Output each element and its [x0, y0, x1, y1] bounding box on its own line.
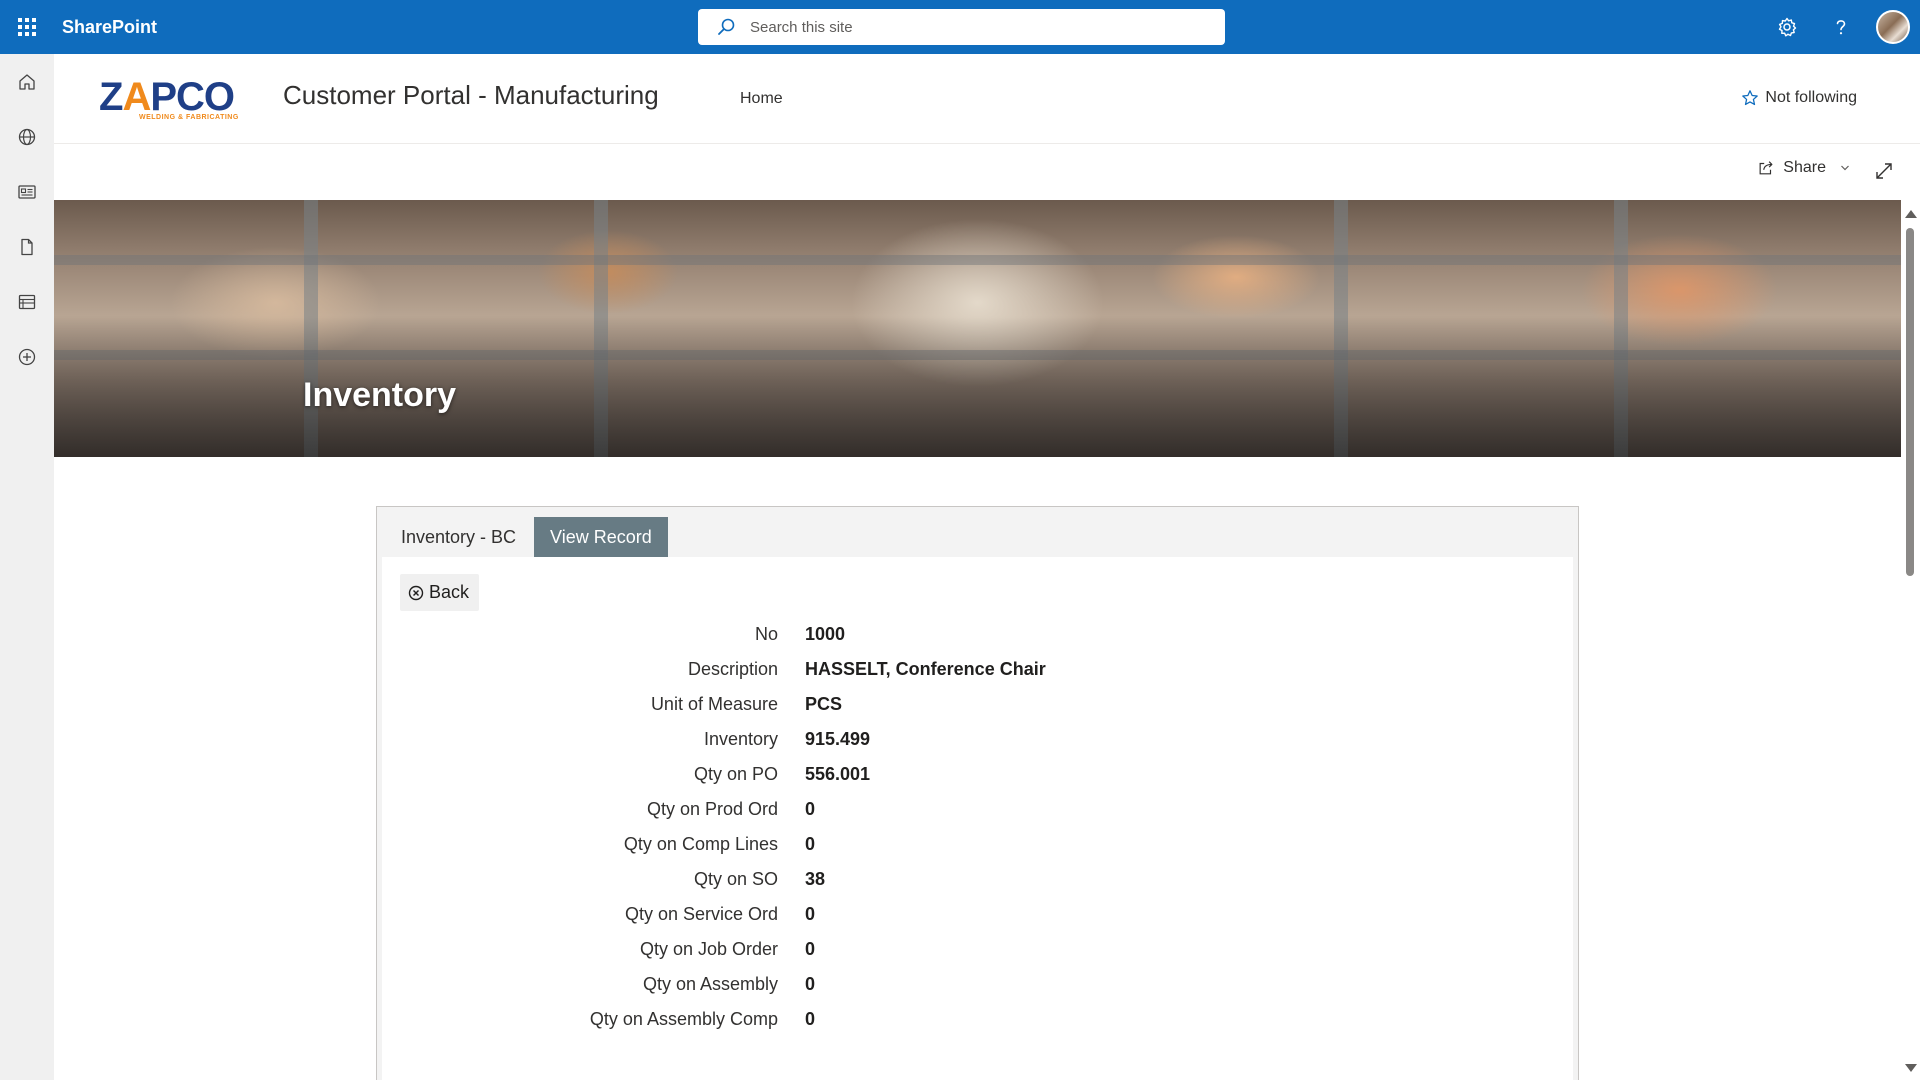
scroll-up-arrow-icon[interactable] [1905, 210, 1917, 218]
settings-icon [1778, 17, 1797, 37]
appbar-sites[interactable] [0, 109, 54, 164]
document-icon [21, 238, 33, 255]
appbar-create[interactable] [0, 329, 54, 384]
suite-bar-right [1760, 0, 1920, 54]
list-icon [18, 294, 36, 309]
add-circle-icon [18, 348, 36, 365]
share-label: Share [1783, 159, 1826, 176]
field-row: No 1000 [382, 617, 1573, 652]
chevron-down-icon [1841, 165, 1849, 171]
field-row: Qty on SO 38 [382, 862, 1573, 897]
search-box[interactable] [698, 9, 1225, 45]
hero-title: Inventory [303, 376, 457, 414]
field-row: Qty on Job Order 0 [382, 932, 1573, 967]
field-label: Description [687, 659, 778, 679]
suite-bar: SharePoint [0, 0, 1920, 54]
nav-home-link[interactable]: Home [740, 90, 783, 108]
site-title[interactable]: Customer Portal - Manufacturing [283, 80, 659, 111]
follow-button[interactable]: Not following [1741, 89, 1857, 107]
scroll-thumb[interactable] [1906, 228, 1914, 576]
news-icon [18, 184, 36, 199]
field-value: 0 [805, 834, 816, 854]
field-value: 0 [805, 939, 816, 959]
search-input[interactable] [750, 18, 1190, 36]
field-row: Qty on PO 556.001 [382, 757, 1573, 792]
avatar[interactable] [1876, 10, 1910, 44]
field-value: HASSELT, Conference Chair [805, 659, 1046, 679]
help-icon [1836, 20, 1846, 35]
record-card: Inventory - BC View Record Back No 1000 D… [376, 506, 1579, 1080]
appbar-news[interactable] [0, 164, 54, 219]
field-value: 1000 [805, 624, 846, 644]
close-circle-icon [408, 585, 424, 600]
field-value: 0 [805, 1009, 816, 1029]
brand-name[interactable]: SharePoint [62, 17, 157, 38]
field-label: Qty on Assembly [642, 974, 778, 994]
logo-wordmark: ZAPCO [99, 75, 235, 119]
waffle-icon [18, 18, 36, 36]
share-button[interactable]: Share [1757, 159, 1850, 177]
field-label: Inventory [703, 729, 778, 749]
field-value: 38 [805, 869, 826, 889]
field-value: 0 [805, 904, 816, 924]
site-header: ZAPCO WELDING & FABRICATING Customer Por… [54, 54, 1920, 144]
field-label: Qty on Service Ord [624, 904, 778, 924]
hero-banner: Inventory [54, 200, 1901, 457]
field-label: No [754, 624, 778, 644]
globe-icon [18, 128, 36, 145]
app-bar [0, 54, 54, 1080]
tab-view-record[interactable]: View Record [534, 517, 668, 557]
field-row: Qty on Prod Ord 0 [382, 792, 1573, 827]
appbar-files[interactable] [0, 219, 54, 274]
command-bar: Share [54, 145, 1920, 199]
share-icon [1759, 161, 1773, 175]
scroll-down-arrow-icon[interactable] [1905, 1064, 1917, 1072]
record-body: Back No 1000 Description HASSELT, Conferen… [382, 557, 1573, 1080]
field-row: Qty on Comp Lines 0 [382, 827, 1573, 862]
expand-icon [1876, 163, 1892, 179]
expand-button[interactable] [1872, 159, 1896, 183]
field-row: Inventory 915.499 [382, 722, 1573, 757]
field-label: Qty on Comp Lines [623, 834, 778, 854]
field-row: Qty on Assembly 0 [382, 967, 1573, 1002]
site-logo[interactable]: ZAPCO WELDING & FABRICATING [99, 75, 244, 121]
settings-button[interactable] [1760, 0, 1814, 54]
follow-label: Not following [1765, 89, 1857, 106]
appbar-home[interactable] [0, 54, 54, 109]
app-launcher-button[interactable] [0, 0, 54, 54]
field-value: 556.001 [805, 764, 871, 784]
hero-beam-decoration [54, 255, 1901, 265]
home-icon [19, 73, 35, 90]
field-label: Unit of Measure [650, 694, 778, 714]
field-row: Unit of Measure PCS [382, 687, 1573, 722]
field-value: 0 [805, 799, 816, 819]
field-value: PCS [805, 694, 843, 714]
back-label: Back [429, 582, 470, 602]
help-button[interactable] [1814, 0, 1868, 54]
record-tabs: Inventory - BC View Record [377, 507, 1578, 557]
appbar-lists[interactable] [0, 274, 54, 329]
page-scrollbar[interactable] [1901, 200, 1920, 1080]
search-icon [718, 18, 735, 35]
back-button[interactable]: Back [400, 574, 480, 611]
field-label: Qty on SO [693, 869, 778, 889]
field-label: Qty on PO [693, 764, 778, 784]
field-label: Qty on Job Order [639, 939, 778, 959]
field-row: Qty on Assembly Comp 0 [382, 1002, 1573, 1037]
field-label: Qty on Prod Ord [646, 799, 778, 819]
field-row: Description HASSELT, Conference Chair [382, 652, 1573, 687]
logo-subtitle: WELDING & FABRICATING [139, 114, 239, 121]
field-label: Qty on Assembly Comp [589, 1009, 778, 1029]
star-icon [1742, 90, 1759, 106]
field-row: Qty on Service Ord 0 [382, 897, 1573, 932]
tab-inventory-bc[interactable]: Inventory - BC [385, 517, 532, 557]
field-value: 0 [805, 974, 816, 994]
field-value: 915.499 [805, 729, 871, 749]
